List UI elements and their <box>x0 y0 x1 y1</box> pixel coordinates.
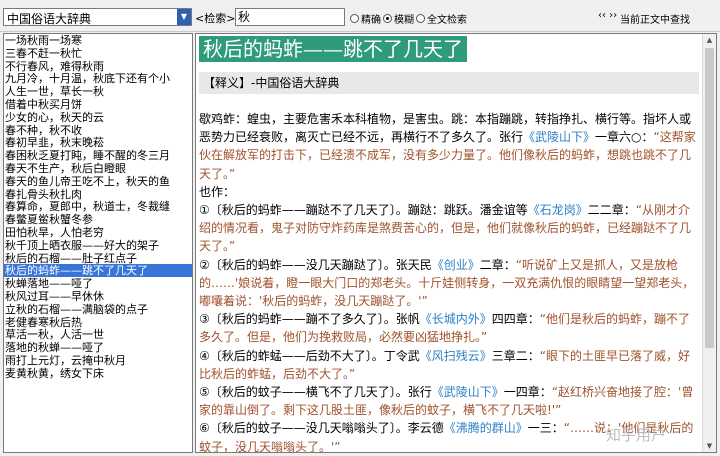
article-paragraph: ②〔秋后的蚂蚱——没几天蹦跶了〕。张天民《创业》二章：“听说矿上又是抓人，又是放… <box>199 256 699 311</box>
list-item[interactable]: 立秋的石榴——满脑袋的点子 <box>4 303 192 316</box>
toolbar: 中国俗语大辞典 ▼ <检索> 秋 精确 模糊 全文检索 ‹‹ ›› 当前正文中查… <box>0 0 720 32</box>
radio-fuzzy-label: 模糊 <box>394 15 414 26</box>
list-item[interactable]: 春初早韭，秋末晚菘 <box>4 136 192 149</box>
body-text-span: 也作： <box>199 184 236 199</box>
body-text-span: 一章六○： <box>595 130 654 145</box>
list-item[interactable]: 秋后的蚂蚱——跳不了几天了 <box>4 264 192 278</box>
article-paragraph: ④〔秋后的蚱蜢——后劲不大了〕。丁令武《风扫残云》三章二：“眼下的土匪早已落了威… <box>199 347 699 383</box>
radio-fulltext[interactable]: 全文检索 <box>416 11 467 26</box>
list-item[interactable]: 秋风过耳——早休休 <box>4 290 192 303</box>
body-text-span: ④〔秋后的蚱蜢——后劲不大了〕。丁令武 <box>199 348 420 363</box>
list-item[interactable]: 春鳖夏鲎秋蟹冬参 <box>4 213 192 226</box>
source-link[interactable]: 《风扫残云》 <box>420 349 492 363</box>
article-paragraph: ⑤〔秋后的蚊子——横飞不了几天了〕。张行《武陵山下》一四章：“赵红桥兴奋地接了腔… <box>199 383 699 419</box>
body-text-span: 四四章： <box>491 312 540 327</box>
list-item[interactable]: 三春不赶一秋忙 <box>4 47 192 60</box>
dictionary-select[interactable]: 中国俗语大辞典 ▼ <box>3 8 192 26</box>
find-in-text-button[interactable]: 当前正文中查找 <box>620 11 690 26</box>
source-link[interactable]: 《武陵山下》 <box>432 385 504 399</box>
body-text-span: ⑥〔秋后的蚊子——没几天嗡嗡头了〕。李云德 <box>199 421 444 436</box>
article-pane: 秋后的蚂蚱——跳不了几天了 【释义】-中国俗语大辞典 歇鸡蚱：蝗虫，主要危害禾本… <box>195 33 717 453</box>
body-text-span: ⑤〔秋后的蚊子——横飞不了几天了〕。张行 <box>199 385 432 400</box>
radio-exact[interactable]: 精确 <box>350 11 381 26</box>
article-paragraph: ①〔秋后的蚂蚱——蹦跶不了几天了〕。蹦跶：跳跃。潘金谊等《石龙岗》二二章：“从刚… <box>199 201 699 256</box>
list-item[interactable]: 不行春风，难得秋雨 <box>4 60 192 73</box>
scroll-up-icon[interactable]: ▲ <box>703 34 716 46</box>
source-link[interactable]: 《创业》 <box>432 258 480 272</box>
body-text-span: 一三： <box>527 421 564 436</box>
list-item[interactable]: 老健春寒秋后热 <box>4 316 192 329</box>
entry-list[interactable]: 一场秋雨一场寒 三春不赶一秋忙 不行春风，难得秋雨 九月冷，十月温，秋底下还有个小 人生… <box>3 33 193 453</box>
list-item[interactable]: 少女的心，秋天的云 <box>4 111 192 124</box>
search-input[interactable]: 秋 <box>235 8 345 26</box>
list-item[interactable]: 秋后的石榴——肚子红点子 <box>4 252 192 265</box>
watermark: 知乎用户 <box>606 426 667 444</box>
chevron-down-icon[interactable]: ▼ <box>177 9 191 25</box>
scroll-down-icon[interactable]: ▼ <box>703 440 716 452</box>
radio-exact-dot[interactable] <box>350 14 359 23</box>
prev-next-arrows[interactable]: ‹‹ ›› <box>598 10 617 21</box>
list-item[interactable]: 九月冷，十月温，秋底下还有个小 <box>4 72 192 85</box>
article-paragraph: ③〔秋后的蚂蚱——蹦不了多久了〕。张帆《长城内外》四四章：“他们是秋后的蚂蚱，蹦… <box>199 310 699 346</box>
list-item[interactable]: 雨打上元灯，云掩中秋月 <box>4 354 192 367</box>
source-link[interactable]: 《长城内外》 <box>420 312 492 326</box>
source-link[interactable]: 《石龙岗》 <box>528 203 588 217</box>
body-text-span: ②〔秋后的蚂蚱——没几天蹦跶了〕。张天民 <box>199 257 432 272</box>
body-text-span: 三章二： <box>491 348 540 363</box>
radio-fulltext-dot[interactable] <box>416 14 425 23</box>
list-item[interactable]: 春天的鱼儿帝王吃不上，秋天的鱼 <box>4 175 192 188</box>
list-item[interactable]: 落地的秋蝉——哑了 <box>4 341 192 354</box>
article-headline: 秋后的蚂蚱——跳不了几天了 <box>199 36 467 62</box>
source-bar: 【释义】-中国俗语大辞典 <box>199 72 699 94</box>
list-item[interactable]: 春天不生产，秋后白瞪眼 <box>4 162 192 175</box>
list-item[interactable]: 田怕秋旱，人怕老穷 <box>4 226 192 239</box>
radio-fulltext-label: 全文检索 <box>427 15 467 26</box>
body-text-span: ①〔秋后的蚂蚱——蹦跶不了几天了〕。蹦跶：跳跃。潘金谊等 <box>199 203 528 218</box>
radio-fuzzy[interactable]: 模糊 <box>383 11 414 26</box>
list-item[interactable]: 一场秋雨一场寒 <box>4 34 192 47</box>
vertical-scrollbar[interactable]: ▲ ▼ <box>702 34 716 452</box>
source-link[interactable]: 《武陵山下》 <box>523 130 595 144</box>
source-link[interactable]: 《沸腾的群山》 <box>444 421 528 435</box>
body-text-span: 二二章： <box>587 203 636 218</box>
list-item[interactable]: 人生一世，草长一秋 <box>4 85 192 98</box>
list-item[interactable]: 春算命，夏郎中，秋道士，冬裁缝 <box>4 200 192 213</box>
list-item[interactable]: 春扎骨头秋扎肉 <box>4 188 192 201</box>
body-text-span: 二章： <box>479 257 516 272</box>
list-item[interactable]: 春不种，秋不收 <box>4 124 192 137</box>
list-item[interactable]: 春困秋乏夏打盹，睡不醒的冬三月 <box>4 149 192 162</box>
radio-exact-label: 精确 <box>361 15 381 26</box>
body-text-span: 一四章： <box>503 385 552 400</box>
scrollbar-thumb[interactable] <box>705 48 714 348</box>
radio-fuzzy-dot[interactable] <box>383 14 392 23</box>
list-item[interactable]: 草活一秋，人活一世 <box>4 328 192 341</box>
list-item[interactable]: 麦黄秋黄，绣女下床 <box>4 367 192 380</box>
list-item[interactable]: 借着中秋买月饼 <box>4 98 192 111</box>
search-label: <检索> <box>195 12 236 25</box>
list-item[interactable]: 秋蝉落地——哑了 <box>4 277 192 290</box>
article-paragraph: 歇鸡蚱：蝗虫，主要危害禾本科植物，是害虫。跳：本指蹦跳，转指挣扎、横行等。指坏人… <box>199 110 699 183</box>
article-paragraph: 也作： <box>199 183 699 201</box>
article-body: 歇鸡蚱：蝗虫，主要危害禾本科植物，是害虫。跳：本指蹦跳，转指挣扎、横行等。指坏人… <box>199 110 699 452</box>
body-text-span: ③〔秋后的蚂蚱——蹦不了多久了〕。张帆 <box>199 312 420 327</box>
list-item[interactable]: 秋千顶上晒衣服——好大的架子 <box>4 239 192 252</box>
dictionary-select-value: 中国俗语大辞典 <box>7 12 92 26</box>
